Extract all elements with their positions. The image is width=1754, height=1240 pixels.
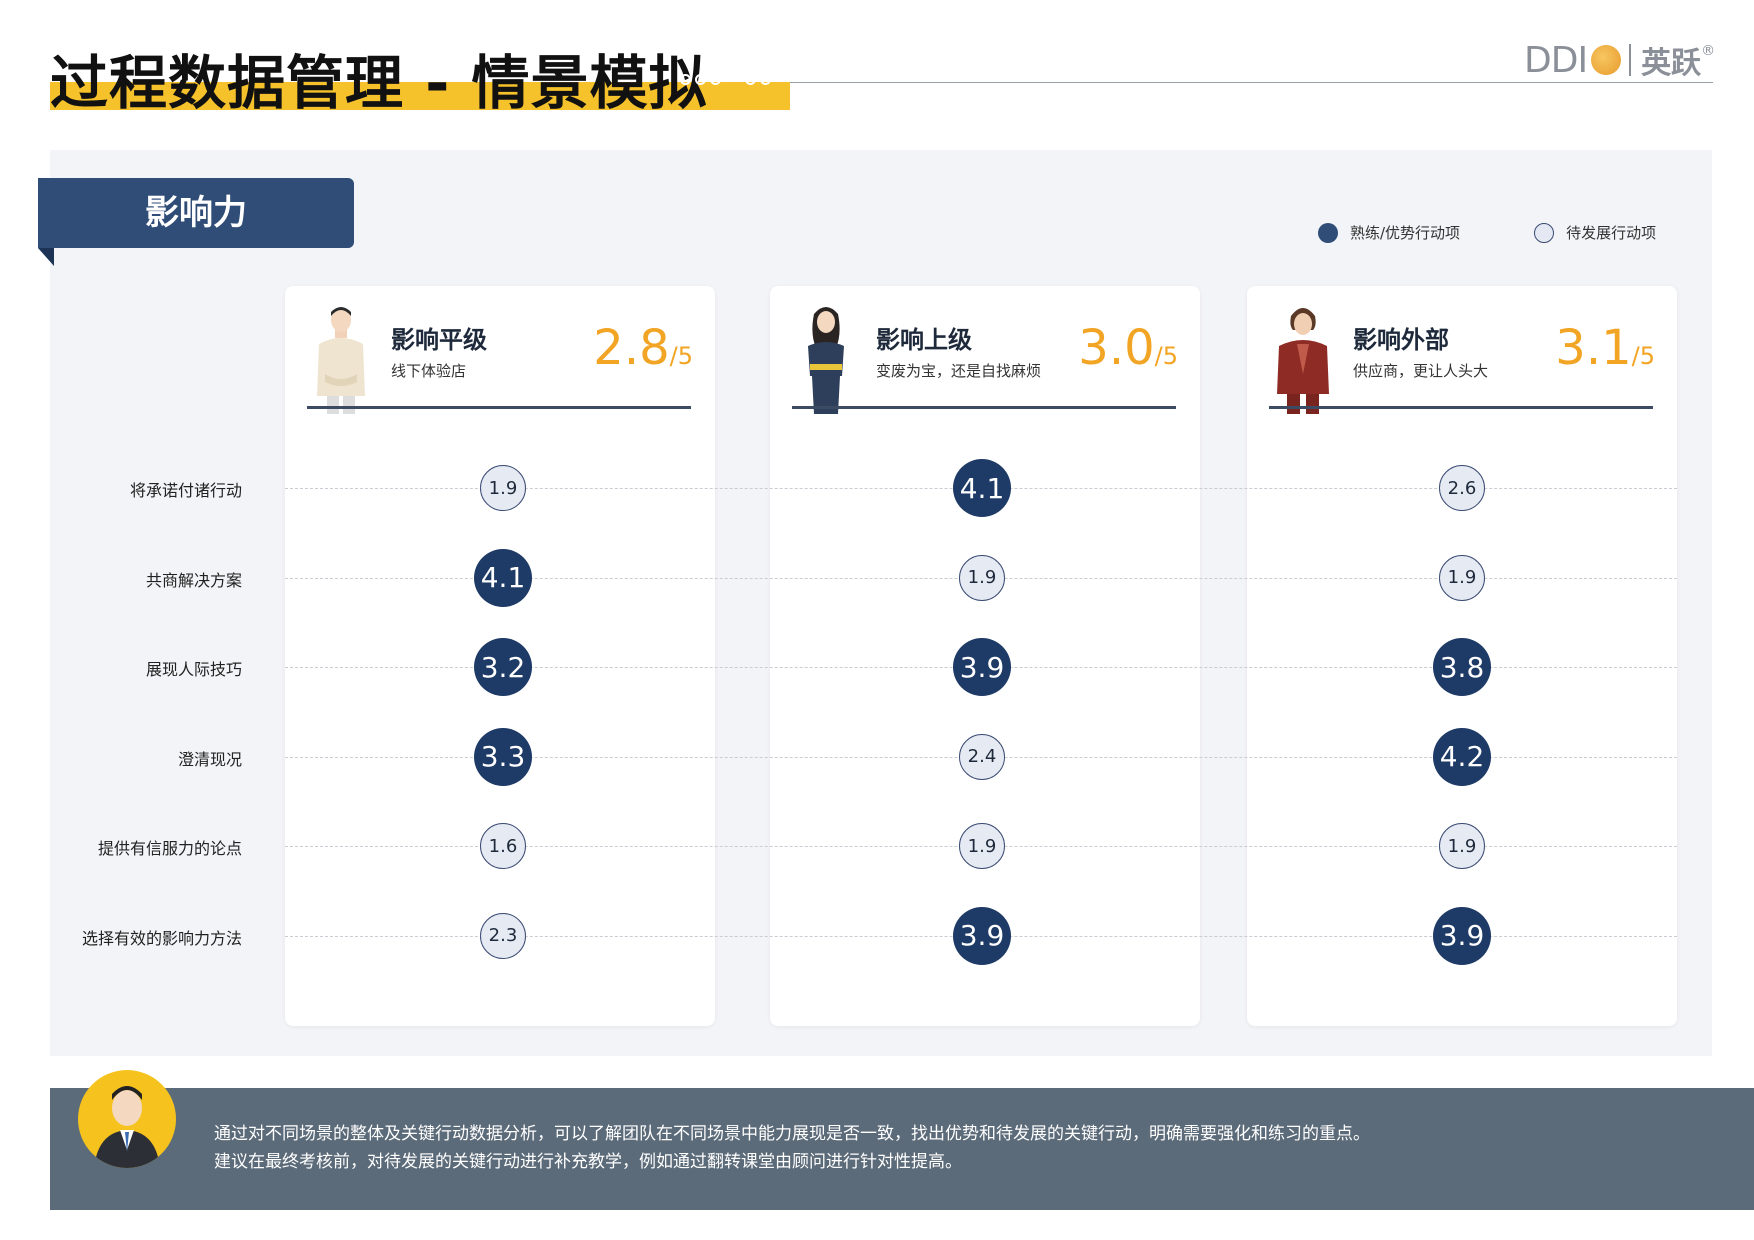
card-score: 2.8/5: [593, 320, 693, 376]
score-bubble: 1.9: [959, 823, 1005, 869]
row-label: 展现人际技巧: [145, 660, 242, 679]
header-divider: [790, 82, 1713, 83]
footer-text: 通过对不同场景的整体及关键行动数据分析，可以了解团队在不同场景中能力展现是否一致…: [214, 1120, 1370, 1176]
score-bubble: 3.2: [474, 638, 532, 696]
row-label: 提供有信服力的论点: [97, 839, 242, 858]
score-bubble: 1.9: [1439, 823, 1485, 869]
section-title: 影响力: [145, 193, 247, 233]
card-divider: [307, 406, 691, 409]
score-value: 3.0: [1078, 320, 1155, 376]
row-label: 共商解决方案: [145, 570, 242, 590]
advisor-avatar-icon: [78, 1070, 176, 1168]
score-bubble: 1.9: [480, 465, 526, 511]
score-bubble: 1.9: [959, 554, 1005, 601]
score-bubble: 2.3: [480, 912, 526, 959]
registered-mark: ®: [1701, 43, 1716, 59]
card-subtitle: 线下体验店: [391, 362, 467, 380]
score-bubble: 2.6: [1439, 465, 1485, 511]
logo-cn-text: 英跃: [1641, 46, 1702, 81]
legend: 熟练/优势行动项 待发展行动项: [1318, 222, 1656, 243]
title-dots-decoration: [680, 74, 771, 92]
card-title: 影响平级: [391, 326, 487, 354]
score-bubble: 1.6: [480, 823, 526, 869]
page: 过程数据管理 - 情景模拟 DDI 英跃 ® 影响力 熟练/优势行动项 待发展行…: [0, 0, 1754, 1240]
row-label: 澄清现况: [177, 749, 242, 769]
ddi-logo: DDI 英跃 ®: [1524, 39, 1716, 82]
footer-line-2: 建议在最终考核前，对待发展的关键行动进行补充教学，例如通过翻转课堂由顾问进行针对…: [214, 1152, 962, 1172]
legend-weak-dot-icon: [1534, 222, 1555, 243]
card-divider: [1269, 406, 1653, 409]
logo-ddi-text: DDI: [1524, 39, 1588, 81]
score-bubble: 3.8: [1433, 638, 1491, 696]
score-bubble: 3.9: [953, 906, 1011, 965]
footer-line-1: 通过对不同场景的整体及关键行动数据分析，可以了解团队在不同场景中能力展现是否一致…: [214, 1124, 1370, 1144]
male-red-suit-avatar-icon: [1277, 308, 1329, 414]
card-score: 3.0/5: [1078, 320, 1178, 376]
score-value: 3.1: [1555, 320, 1632, 376]
card-divider: [792, 406, 1176, 409]
logo-separator: [1629, 44, 1632, 76]
score-max: /5: [669, 342, 693, 370]
score-value: 2.8: [593, 320, 670, 376]
score-bubble: 3.3: [474, 727, 532, 786]
score-bubble: 2.4: [959, 733, 1005, 780]
card-score: 3.1/5: [1555, 320, 1655, 376]
globe-icon: [1591, 45, 1622, 75]
card-subtitle: 变废为宝，还是自找麻烦: [876, 362, 1042, 380]
row-label: 将承诺付诸行动: [129, 481, 242, 500]
female-business-avatar-icon: [808, 307, 844, 414]
score-bubble: 3.9: [953, 638, 1011, 696]
score-bubble: 1.9: [1439, 554, 1485, 601]
score-max: /5: [1154, 342, 1178, 370]
legend-strong-dot-icon: [1318, 222, 1338, 243]
score-bubble: 3.9: [1433, 906, 1491, 965]
score-bubble: 4.2: [1433, 727, 1491, 786]
score-bubble: 4.1: [953, 459, 1011, 517]
legend-strong-label: 熟练/优势行动项: [1350, 224, 1461, 242]
row-label: 选择有效的影响力方法: [81, 928, 242, 948]
card-title: 影响外部: [1353, 326, 1449, 354]
card-subtitle: 供应商，更让人头大: [1353, 362, 1489, 380]
card-title: 影响上级: [876, 326, 972, 354]
score-max: /5: [1631, 342, 1655, 370]
legend-weak-label: 待发展行动项: [1566, 224, 1657, 242]
page-title: 过程数据管理 - 情景模拟: [50, 49, 708, 117]
score-bubble: 4.1: [474, 548, 532, 607]
male-casual-avatar-icon: [317, 307, 365, 414]
section-tab-fold: [38, 248, 54, 266]
